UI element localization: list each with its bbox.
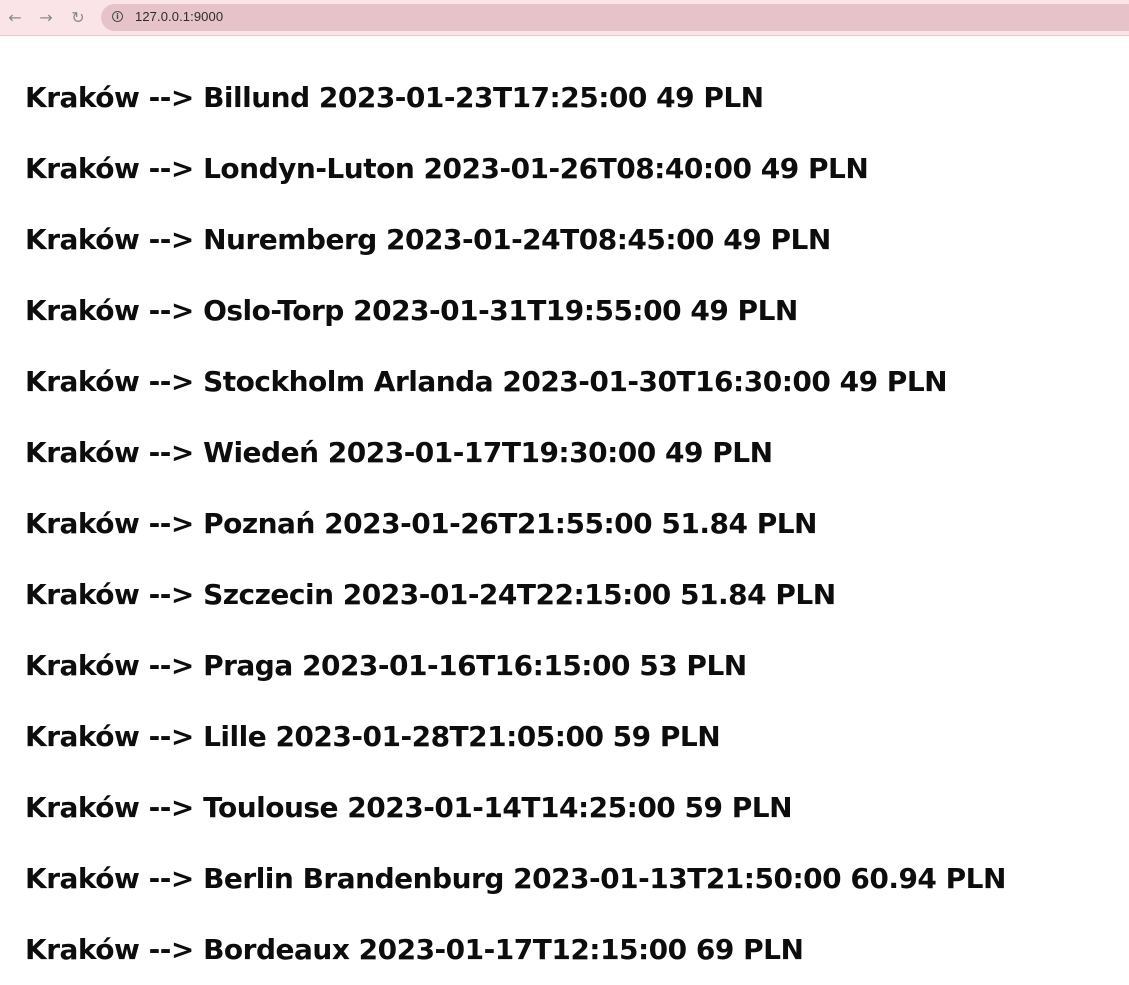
flight-item: Kraków --> Nuremberg 2023-01-24T08:45:00… xyxy=(25,223,831,256)
flight-item: Kraków --> Wiedeń 2023-01-17T19:30:00 49… xyxy=(25,436,773,469)
flight-item: Kraków --> Oslo-Torp 2023-01-31T19:55:00… xyxy=(25,294,798,327)
flight-item: Kraków --> Berlin Brandenburg 2023-01-13… xyxy=(25,862,1006,895)
flight-item: Kraków --> Bordeaux 2023-01-17T12:15:00 … xyxy=(25,933,804,966)
browser-toolbar: ← → ↻ i 127.0.0.1:9000 xyxy=(0,0,1129,36)
address-bar[interactable]: i 127.0.0.1:9000 xyxy=(101,4,1129,31)
flight-item: Kraków --> Poznań 2023-01-26T21:55:00 51… xyxy=(25,507,817,540)
info-icon[interactable]: i xyxy=(112,11,123,22)
flight-item: Kraków --> Stockholm Arlanda 2023-01-30T… xyxy=(25,365,948,398)
url-text: 127.0.0.1:9000 xyxy=(135,9,224,24)
forward-arrow-icon[interactable]: → xyxy=(36,8,56,28)
flight-item: Kraków --> Praga 2023-01-16T16:15:00 53 … xyxy=(25,649,747,682)
reload-icon[interactable]: ↻ xyxy=(68,8,88,28)
flight-item: Kraków --> Billund 2023-01-23T17:25:00 4… xyxy=(25,81,764,114)
flight-item: Kraków --> Lille 2023-01-28T21:05:00 59 … xyxy=(25,720,721,753)
flight-item: Kraków --> Toulouse 2023-01-14T14:25:00 … xyxy=(25,791,793,824)
flight-item: Kraków --> Londyn-Luton 2023-01-26T08:40… xyxy=(25,152,869,185)
back-arrow-icon[interactable]: ← xyxy=(5,8,25,28)
flight-item: Kraków --> Szczecin 2023-01-24T22:15:00 … xyxy=(25,578,836,611)
flight-list: Kraków --> Billund 2023-01-23T17:25:00 4… xyxy=(25,62,1006,985)
